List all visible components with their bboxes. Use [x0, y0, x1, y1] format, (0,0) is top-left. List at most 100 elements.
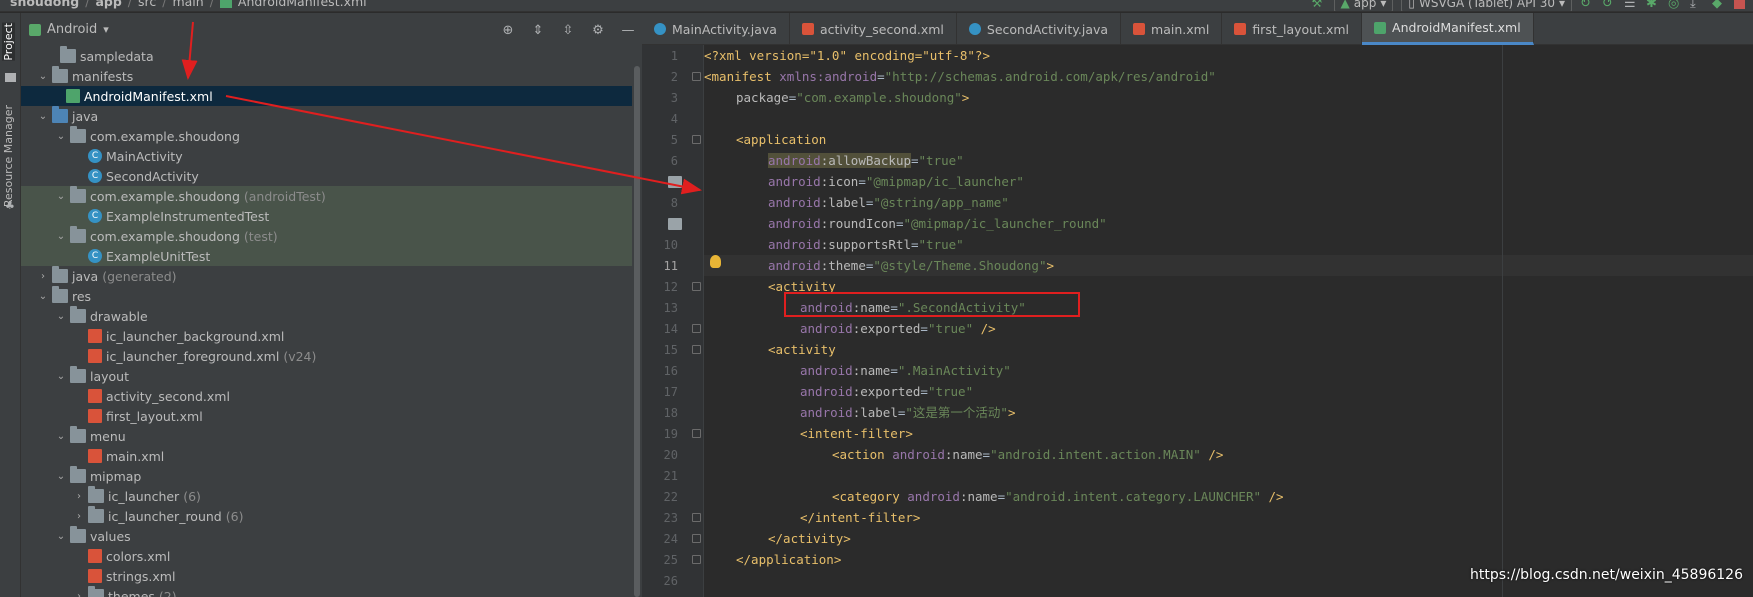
tree-item-androidmanifest[interactable]: AndroidManifest.xml — [21, 86, 632, 106]
chevron-right-icon[interactable]: › — [73, 591, 85, 597]
attr-icon: :icon — [820, 174, 859, 189]
tree-item-package[interactable]: ⌄ com.example.shoudong — [21, 126, 632, 146]
fold-marker-icon[interactable] — [692, 513, 701, 522]
fold-marker-icon[interactable] — [692, 282, 701, 291]
chevron-down-icon[interactable]: ⌄ — [37, 111, 49, 122]
fold-marker-icon[interactable] — [692, 429, 701, 438]
tab-secondactivity-java[interactable]: SecondActivity.java — [957, 13, 1122, 45]
rerun-icon[interactable]: ↻ — [1580, 0, 1594, 11]
collapse-all-icon[interactable]: ⇳ — [560, 22, 576, 38]
chevron-right-icon[interactable]: › — [73, 491, 85, 502]
ns-android: android — [800, 405, 853, 420]
tree-item-java[interactable]: ⌄ java — [21, 106, 632, 126]
profile-icon[interactable]: ◎ — [1668, 0, 1682, 11]
chevron-down-icon[interactable]: ⌄ — [37, 71, 49, 82]
locate-icon[interactable]: ⊕ — [500, 22, 516, 38]
tab-mainactivity-java[interactable]: MainActivity.java — [642, 13, 790, 45]
tree-item-strings[interactable]: strings.xml — [21, 566, 632, 586]
tree-item-drawable[interactable]: ⌄ drawable — [21, 306, 632, 326]
apply-changes-icon[interactable]: ↺ — [1602, 0, 1616, 11]
lightbulb-icon[interactable] — [710, 255, 721, 268]
chevron-down-icon[interactable]: ⌄ — [55, 131, 67, 142]
breadcrumb-separator: / — [209, 0, 214, 9]
device-select[interactable]: ▯ WSVGA (Tablet) API 30 ▾ — [1401, 0, 1572, 11]
tree-item-ic-launcher-background[interactable]: ic_launcher_background.xml — [21, 326, 632, 346]
run-config-select[interactable]: ▲ app ▾ — [1333, 0, 1394, 11]
tree-item-ic-launcher-foreground[interactable]: ic_launcher_foreground.xml (v24) — [21, 346, 632, 366]
chevron-down-icon[interactable]: ⌄ — [55, 531, 67, 542]
tree-item-ic-launcher[interactable]: › ic_launcher (6) — [21, 486, 632, 506]
tree-item-package-androidtest[interactable]: ⌄ com.example.shoudong (androidTest) — [21, 186, 632, 206]
tree-item-layout[interactable]: ⌄ layout — [21, 366, 632, 386]
stop-icon[interactable] — [1734, 0, 1745, 9]
project-tree-scrollbar[interactable] — [634, 66, 640, 597]
tab-main-xml[interactable]: main.xml — [1121, 13, 1223, 45]
tree-item-activity-second[interactable]: activity_second.xml — [21, 386, 632, 406]
folder-icon — [60, 46, 76, 63]
tree-item-exampleinstrumentedtest[interactable]: C ExampleInstrumentedTest — [21, 206, 632, 226]
tab-activity-second-xml[interactable]: activity_second.xml — [790, 13, 957, 45]
tree-item-mainactivity[interactable]: C MainActivity — [21, 146, 632, 166]
project-tool-tab[interactable]: Project — [2, 23, 15, 61]
chevron-down-icon[interactable]: ⌄ — [37, 291, 49, 302]
breadcrumb-src[interactable]: src — [138, 0, 156, 9]
chevron-down-icon[interactable]: ⌄ — [55, 191, 67, 202]
tree-item-label: com.example.shoudong — [90, 188, 240, 204]
fold-marker-icon[interactable] — [692, 534, 701, 543]
fold-marker-icon[interactable] — [692, 555, 701, 564]
tree-item-java-generated[interactable]: › java (generated) — [21, 266, 632, 286]
tree-item-first-layout[interactable]: first_layout.xml — [21, 406, 632, 426]
chevron-down-icon[interactable]: ⌄ — [55, 371, 67, 382]
tree-item-values[interactable]: ⌄ values — [21, 526, 632, 546]
image-preview-icon[interactable] — [668, 218, 682, 230]
debug-icon[interactable]: ✱ — [1646, 0, 1660, 11]
hide-icon[interactable]: — — [620, 22, 636, 38]
tree-item-ic-launcher-round[interactable]: › ic_launcher_round (6) — [21, 506, 632, 526]
fold-marker-icon[interactable] — [692, 135, 701, 144]
code-editor[interactable]: <?xml version="1.0" encoding="utf-8"?> <… — [704, 45, 1753, 597]
fold-marker-icon[interactable] — [692, 345, 701, 354]
tree-item-manifests[interactable]: ⌄ manifests — [21, 66, 632, 86]
expand-all-icon[interactable]: ⇕ — [530, 22, 546, 38]
code-line-23: </intent-filter> — [800, 507, 920, 528]
chevron-right-icon[interactable]: › — [73, 511, 85, 522]
code-line-1: <?xml version="1.0" encoding="utf-8"?> — [704, 45, 990, 66]
tree-item-exampleunittest[interactable]: C ExampleUnitTest — [21, 246, 632, 266]
tree-item-mipmap[interactable]: ⌄ mipmap — [21, 466, 632, 486]
ns-android: android — [768, 216, 821, 231]
image-preview-icon[interactable] — [668, 176, 682, 188]
tab-first-layout-xml[interactable]: first_layout.xml — [1222, 13, 1363, 45]
tree-item-colors[interactable]: colors.xml — [21, 546, 632, 566]
breadcrumb-main[interactable]: main — [172, 0, 203, 9]
chevron-down-icon[interactable]: ⌄ — [55, 311, 67, 322]
chevron-down-icon[interactable]: ⌄ — [55, 471, 67, 482]
breadcrumb-module[interactable]: app — [95, 0, 121, 9]
tree-item-secondactivity[interactable]: C SecondActivity — [21, 166, 632, 186]
tree-item-menu[interactable]: ⌄ menu — [21, 426, 632, 446]
coverage-icon[interactable]: ◆ — [1712, 0, 1726, 11]
chevron-right-icon[interactable]: › — [37, 271, 49, 282]
tag-selfclose: /> — [1261, 489, 1284, 504]
tree-item-main-xml[interactable]: main.xml — [21, 446, 632, 466]
fold-marker-icon[interactable] — [692, 324, 701, 333]
tree-item-sampledata[interactable]: sampledata — [21, 46, 632, 66]
hammer-icon[interactable]: ⚒ — [1312, 0, 1326, 10]
resource-manager-tab[interactable]: Resource Manager — [2, 105, 15, 207]
tree-item-package-test[interactable]: ⌄ com.example.shoudong (test) — [21, 226, 632, 246]
tree-item-label: first_layout.xml — [106, 408, 203, 424]
breadcrumb-file[interactable]: AndroidManifest.xml — [238, 0, 367, 9]
line-number: 5 — [670, 133, 678, 147]
tree-item-res[interactable]: ⌄ res — [21, 286, 632, 306]
tab-androidmanifest-xml[interactable]: AndroidManifest.xml — [1362, 13, 1534, 45]
fold-marker-icon[interactable] — [692, 72, 701, 81]
gear-icon[interactable]: ⚙ — [590, 22, 606, 38]
layout-icon[interactable]: ☰ — [1624, 0, 1638, 11]
tree-item-label: activity_second.xml — [106, 388, 230, 404]
attach-icon[interactable]: ⤓ — [1690, 0, 1704, 11]
project-view-select[interactable]: Android ▾ — [29, 22, 109, 37]
chevron-down-icon[interactable]: ⌄ — [55, 431, 67, 442]
chevron-down-icon[interactable]: ⌄ — [55, 231, 67, 242]
tree-item-themes[interactable]: › themes (2) — [21, 586, 632, 597]
breadcrumb-project[interactable]: shoudong — [10, 0, 79, 9]
annotation-highlight-box — [784, 292, 1080, 317]
